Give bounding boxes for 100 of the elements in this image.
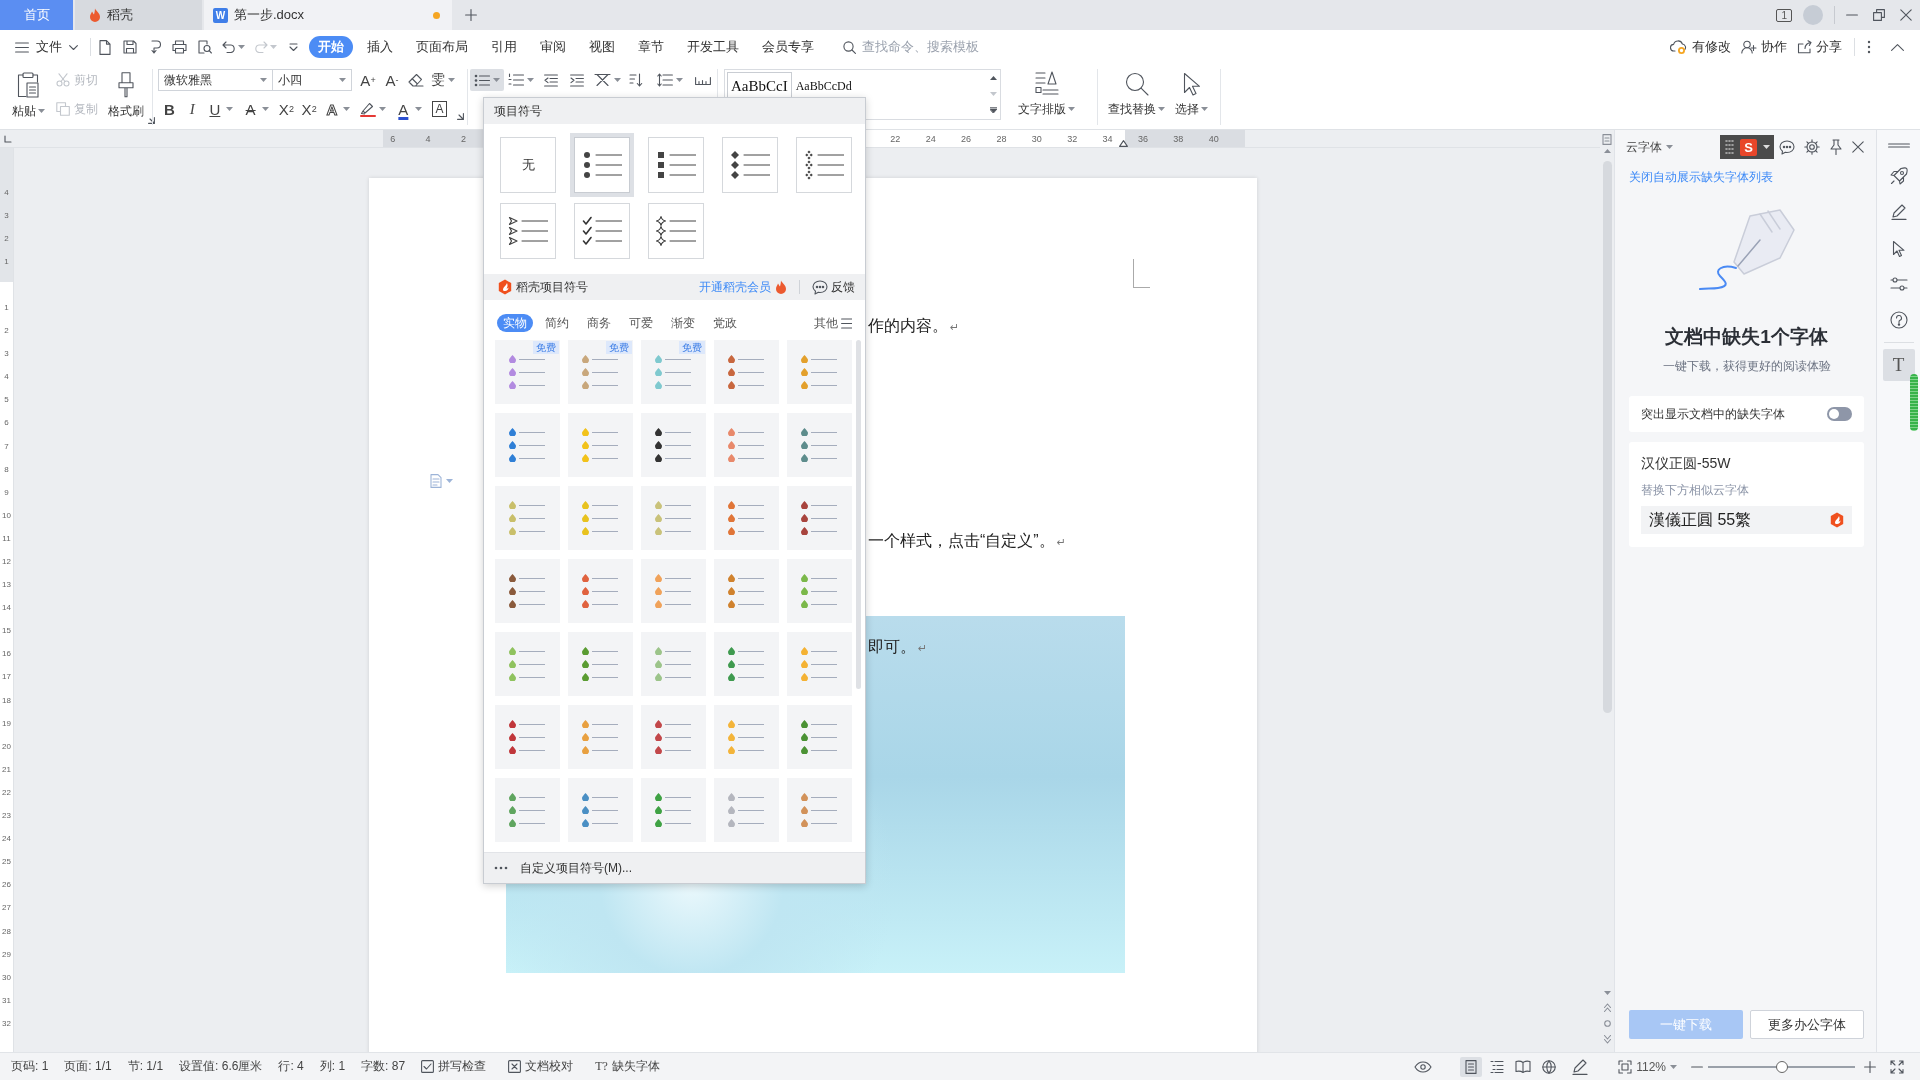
grow-font-button[interactable]: A$^{+}$ — [356, 69, 380, 91]
ruler-icon[interactable] — [695, 75, 711, 85]
more-categories-button[interactable]: 其他 — [814, 314, 852, 332]
feedback-button[interactable]: 反馈 — [812, 278, 855, 296]
highlighter-icon[interactable] — [359, 101, 376, 117]
ime-toolbar[interactable]: S — [1720, 135, 1774, 159]
spell-button[interactable]: 拼写检查 — [421, 1058, 487, 1075]
settings-icon[interactable] — [1804, 139, 1820, 155]
select-tool-button[interactable]: 选择 — [1175, 102, 1208, 116]
bullet-style-option[interactable] — [495, 705, 560, 769]
restore-icon[interactable] — [1873, 9, 1885, 21]
font-size-field[interactable]: 小四 — [273, 69, 352, 91]
share-button[interactable]: 分享 — [1797, 38, 1842, 56]
underline-button[interactable]: U — [203, 98, 227, 120]
plus-icon[interactable] — [465, 9, 477, 21]
category-tab[interactable]: 商务 — [581, 314, 617, 332]
close-icon[interactable] — [1852, 141, 1864, 153]
bullet-style-option[interactable] — [641, 413, 706, 477]
zoom-in-icon[interactable] — [1864, 1060, 1876, 1073]
category-tab[interactable]: 党政 — [707, 314, 743, 332]
replacement-font-option[interactable]: 漢儀正圓 55繁 — [1641, 506, 1852, 534]
customize-icon[interactable] — [289, 43, 298, 51]
collaborate-button[interactable]: 协作 — [1741, 38, 1787, 56]
superscript-button[interactable]: X$^{2}$ — [275, 98, 298, 120]
eye-icon[interactable] — [1414, 1060, 1433, 1073]
phonetic-guide-button[interactable]: 雯 — [428, 69, 448, 91]
ribbon-tab[interactable]: 页面布局 — [406, 36, 477, 58]
paste-button[interactable]: 粘贴 — [11, 104, 45, 118]
increase-indent-icon[interactable] — [570, 73, 584, 87]
view-mode-button[interactable] — [1460, 1056, 1483, 1077]
save-icon[interactable] — [122, 40, 137, 54]
circle-icon[interactable] — [1603, 1020, 1611, 1027]
ribbon-tab[interactable]: 插入 — [357, 36, 402, 58]
boxed-button[interactable]: A — [431, 101, 447, 117]
more-icon[interactable] — [1867, 40, 1871, 54]
proofread-button[interactable]: 文档校对 — [508, 1058, 574, 1075]
bullet-style-option[interactable]: 无 — [500, 137, 556, 193]
tab-stop-icon[interactable] — [3, 135, 12, 143]
zoom-out-icon[interactable] — [1691, 1065, 1703, 1068]
fit-window-icon[interactable] — [1618, 1059, 1633, 1074]
chat-icon[interactable] — [1779, 139, 1795, 155]
shrink-font-button[interactable]: A$^{-}$ — [380, 69, 404, 91]
scroll-up-icon[interactable] — [989, 76, 997, 80]
expand-icon[interactable] — [989, 107, 997, 113]
ribbon-tab[interactable]: 会员专享 — [752, 36, 823, 58]
pen-icon[interactable] — [1572, 1058, 1589, 1075]
category-tab[interactable]: 渐变 — [665, 314, 701, 332]
collapse-icon[interactable] — [1891, 43, 1904, 51]
font-tool-button[interactable]: T — [1882, 349, 1915, 381]
ribbon-tab[interactable]: 审阅 — [530, 36, 575, 58]
previous-page-icon[interactable] — [1603, 1003, 1611, 1012]
find-tool-button[interactable]: 查找替换 — [1108, 102, 1165, 116]
file-menu[interactable]: 文件 — [15, 35, 78, 59]
ribbon-tab[interactable]: 开发工具 — [677, 36, 748, 58]
missing-font-button[interactable]: T? 缺失字体 — [595, 1058, 660, 1075]
bulleted-list-button[interactable] — [470, 69, 504, 91]
custom-bullet-item[interactable]: 自定义项目符号(M)... — [484, 852, 865, 883]
print-preview-icon[interactable] — [197, 40, 212, 54]
eraser-icon[interactable] — [408, 73, 424, 87]
bold-button[interactable]: B — [158, 98, 181, 120]
pin-icon[interactable] — [1829, 139, 1843, 155]
scrollbar-thumb[interactable] — [856, 340, 861, 689]
layout-tool-button[interactable]: 文字排版 — [1018, 102, 1075, 116]
bullet-style-option[interactable] — [495, 559, 560, 623]
color-button[interactable]: A — [392, 98, 415, 120]
category-tab[interactable]: 简约 — [539, 314, 575, 332]
ribbon-tab[interactable]: 引用 — [481, 36, 526, 58]
zoom-level-dropdown[interactable]: 112% — [1636, 1059, 1666, 1074]
font-source-dropdown[interactable]: 云字体 — [1626, 138, 1673, 156]
dialog-launcher-icon[interactable] — [457, 113, 464, 120]
new-file-icon[interactable] — [98, 39, 111, 55]
page-icon[interactable] — [1602, 134, 1612, 145]
print-icon[interactable] — [172, 40, 187, 54]
fullscreen-icon[interactable] — [1890, 1059, 1904, 1074]
bullet-style-option[interactable] — [787, 486, 852, 550]
paintbrush-icon[interactable] — [117, 72, 135, 98]
ribbon-tab[interactable]: 章节 — [628, 36, 673, 58]
category-tab[interactable]: 可爱 — [623, 314, 659, 332]
ribbon-tab[interactable]: 视图 — [579, 36, 624, 58]
sync-button[interactable]: 有修改 — [1670, 38, 1731, 56]
scroll-down-icon[interactable] — [1603, 991, 1611, 995]
line-spacing-icon[interactable] — [657, 73, 673, 87]
tab[interactable]: W 第一步.docx — [204, 0, 452, 30]
scrollbar-thumb[interactable] — [1910, 374, 1918, 431]
strike-button[interactable]: A — [239, 98, 262, 120]
tab[interactable]: 稻壳 — [75, 0, 202, 30]
window-switcher-button[interactable]: 1 — [1776, 8, 1792, 22]
decrease-indent-icon[interactable] — [544, 73, 558, 87]
italic-button[interactable]: I — [180, 98, 204, 120]
next-page-icon[interactable] — [1603, 1035, 1611, 1044]
bullet-style-option[interactable] — [648, 137, 704, 193]
format-painter-button[interactable]: 格式刷 — [108, 104, 144, 118]
toggle-switch[interactable] — [1827, 407, 1852, 421]
bullet-style-option[interactable] — [641, 705, 706, 769]
drag-handle-icon[interactable] — [1887, 143, 1910, 148]
font-name-field[interactable]: 微软雅黑 — [158, 69, 273, 91]
bullet-style-option[interactable] — [722, 137, 778, 193]
document-icon[interactable] — [430, 474, 442, 488]
numbered-list-icon[interactable] — [508, 73, 524, 87]
secondary-button[interactable]: 更多办公字体 — [1750, 1010, 1864, 1039]
